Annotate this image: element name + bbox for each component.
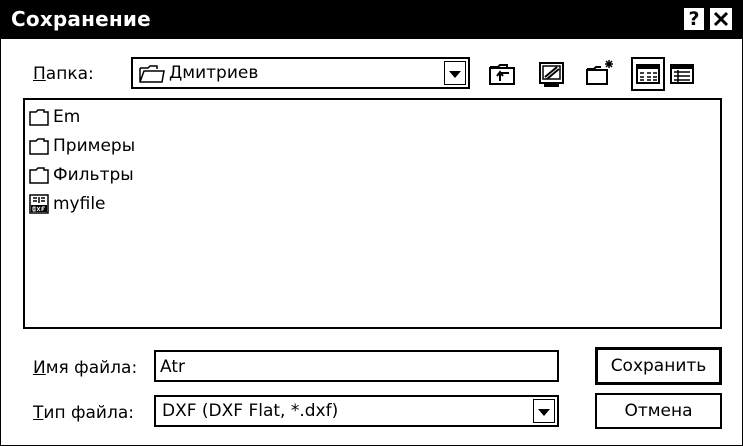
filename-value: Atr: [160, 357, 185, 377]
dxf-file-icon: [29, 194, 49, 214]
cancel-button[interactable]: Отмена: [595, 393, 722, 429]
filetype-combo[interactable]: DXF (DXF Flat, *.dxf): [154, 395, 559, 427]
list-item[interactable]: myfile: [29, 193, 106, 215]
list-view-icon: [636, 64, 660, 84]
list-item[interactable]: Примеры: [29, 135, 135, 157]
desktop-icon: [539, 62, 564, 87]
folder-combo[interactable]: Дмитриев: [131, 57, 470, 89]
folder-dropdown-button[interactable]: [444, 61, 466, 85]
folder-icon: [139, 65, 165, 83]
save-button[interactable]: Сохранить: [595, 347, 722, 385]
filetype-label: Тип файла:: [33, 403, 134, 423]
up-folder-button[interactable]: [485, 57, 519, 91]
help-button[interactable]: ?: [683, 7, 705, 31]
file-name: myfile: [53, 194, 106, 214]
cancel-button-label: Отмена: [624, 401, 693, 421]
save-dialog: Сохранение ? Папка: Дмитриев Em Примеры …: [0, 0, 743, 446]
file-name: Примеры: [53, 136, 136, 156]
details-view-icon: [670, 64, 694, 84]
details-view-button[interactable]: [665, 57, 699, 91]
close-icon: [713, 11, 729, 27]
file-name: Фильтры: [53, 165, 134, 185]
new-folder-icon: [586, 60, 613, 85]
folder-icon: [29, 138, 49, 155]
up-folder-icon: [489, 64, 515, 85]
list-item[interactable]: Фильтры: [29, 164, 134, 186]
folder-value: Дмитриев: [169, 63, 259, 83]
file-list[interactable]: Em Примеры Фильтры myfile: [23, 98, 722, 329]
filename-label: Имя файла:: [33, 358, 138, 378]
folder-icon: [29, 167, 49, 184]
new-folder-button[interactable]: [583, 57, 617, 91]
save-button-label: Сохранить: [610, 356, 707, 376]
folder-label: Папка:: [33, 64, 94, 84]
desktop-button[interactable]: [535, 57, 569, 91]
folder-label-text: апка:: [45, 64, 94, 84]
filename-input[interactable]: Atr: [154, 350, 559, 382]
list-item[interactable]: Em: [29, 106, 80, 128]
filetype-dropdown-button[interactable]: [533, 399, 555, 423]
close-button[interactable]: [709, 7, 733, 31]
file-name: Em: [53, 107, 81, 127]
title-bar[interactable]: Сохранение ?: [1, 1, 742, 39]
folder-icon: [29, 109, 49, 126]
list-view-button[interactable]: [631, 57, 665, 91]
filetype-value: DXF (DXF Flat, *.dxf): [162, 401, 339, 421]
dialog-title: Сохранение: [11, 7, 151, 31]
